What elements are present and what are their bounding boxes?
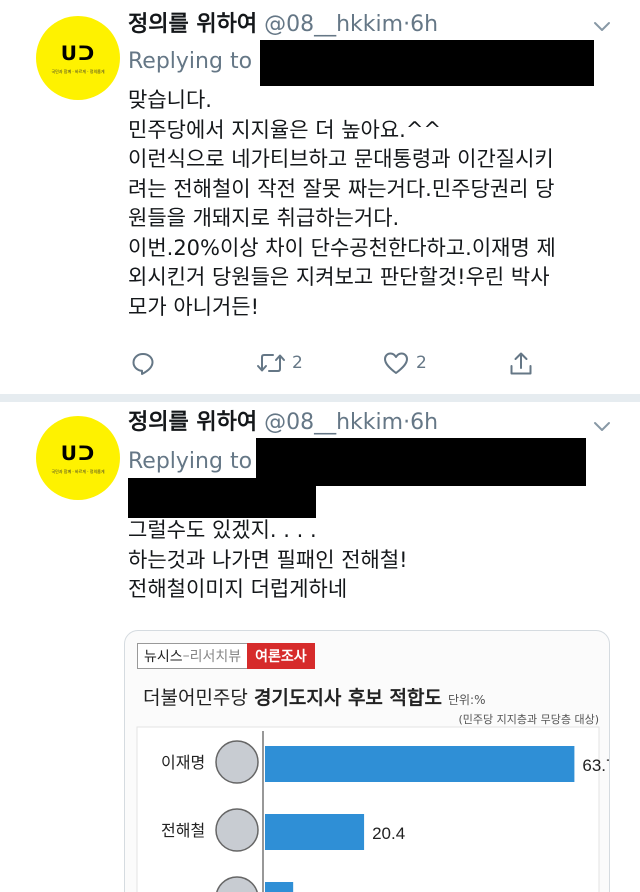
text-line: 맞습니다. [128,88,212,112]
tweet-1[interactable]: ᑌᑐ 국민과 함께 · 바르게 · 정의롭게 정의를 위하여 @08__hkki… [0,0,640,394]
retweet-icon [257,354,285,372]
bar [265,814,365,850]
bar [265,882,294,892]
avatar[interactable]: ᑌᑐ 국민과 함께 · 바르게 · 정의롭게 [36,416,120,500]
redacted-username [260,40,594,86]
heart-icon [384,352,408,374]
text-line: 전해철이미지 더럽게하네 [128,577,348,601]
redacted-username [128,478,316,518]
avatar-logo: ᑌᑐ [60,440,96,465]
tweet-header: 정의를 위하여 @08__hkkim·6h [128,408,438,438]
like-button[interactable]: 2 [382,350,427,376]
category-label: 전해철 [161,822,205,840]
avatar-tagline: 국민과 함께 · 바르게 · 정의롭게 [51,68,105,74]
handle[interactable]: @08__hkkim [264,12,403,37]
chevron-down-icon[interactable] [592,16,612,36]
timestamp[interactable]: 6h [410,410,438,435]
tweet-text: 맞습니다. 민주당에서 지지율은 더 높아요.^^ 이런식으로 네가티브하고 문… [128,86,628,322]
bar [265,746,575,782]
text-line: 그럴수도 있겠지. . . . [128,518,317,542]
text-line: 하는것과 나가면 필패인 전해철! [128,547,408,572]
tweet-header: 정의를 위하여 @08__hkkim·6h [128,10,438,40]
candidate-photo [215,740,259,784]
candidate-photo [215,808,259,852]
retweet-count: 2 [292,353,303,373]
share-button[interactable] [508,350,534,378]
avatar-logo: ᑌᑐ [60,40,96,65]
text-line: 이런식으로 네가티브하고 문대통령과 이간질시키 [128,147,554,171]
text-line: 외시킨거 당원들은 지켜보고 판단할것!우린 박사 [128,265,550,289]
like-count: 2 [416,353,427,373]
text-line: 원들을 개돼지로 취급하는거다. [128,206,400,230]
chevron-down-icon[interactable] [592,416,612,436]
avatar-tagline: 국민과 함께 · 바르게 · 정의롭게 [51,468,105,474]
value-label: 20.4 [372,824,405,843]
retweet-button[interactable]: 2 [256,350,303,376]
text-line: 모가 아니거든! [128,294,260,319]
timestamp[interactable]: 6h [410,12,438,37]
replying-to: Replying to [128,49,253,74]
tweet-divider [0,394,640,402]
category-label: 이재명 [161,754,205,772]
text-line: 민주당에서 지지율은 더 높아요.^^ [128,117,442,142]
text-line: 려는 전해철이 작전 잘못 짜는거다.민주당권리 당 [128,176,555,201]
value-label: 63.7 [582,756,610,775]
reply-button[interactable] [130,350,162,376]
display-name[interactable]: 정의를 위하여 [128,410,257,435]
display-name[interactable]: 정의를 위하여 [128,12,257,37]
handle[interactable]: @08__hkkim [264,410,403,435]
poll-bar-chart: 이재명63.7전해철20.45.8 [136,726,610,892]
tweet-text: 그럴수도 있겠지. . . . 하는것과 나가면 필패인 전해철! 전해철이미지… [128,516,628,605]
text-line: 이번.20%이상 차이 단수공천한다하고.이재명 제 [128,235,556,260]
avatar[interactable]: ᑌᑐ 국민과 함께 · 바르게 · 정의롭게 [36,16,120,100]
share-icon [510,352,532,375]
embedded-poll-image[interactable]: 뉴시스 – 리서치뷰 여론조사 더불어민주당 경기도지사 후보 적합도 단위:% (민… [124,630,610,892]
reply-icon [132,353,154,375]
tweet-actions: 2 2 [128,350,608,386]
replying-to: Replying to [128,449,253,474]
